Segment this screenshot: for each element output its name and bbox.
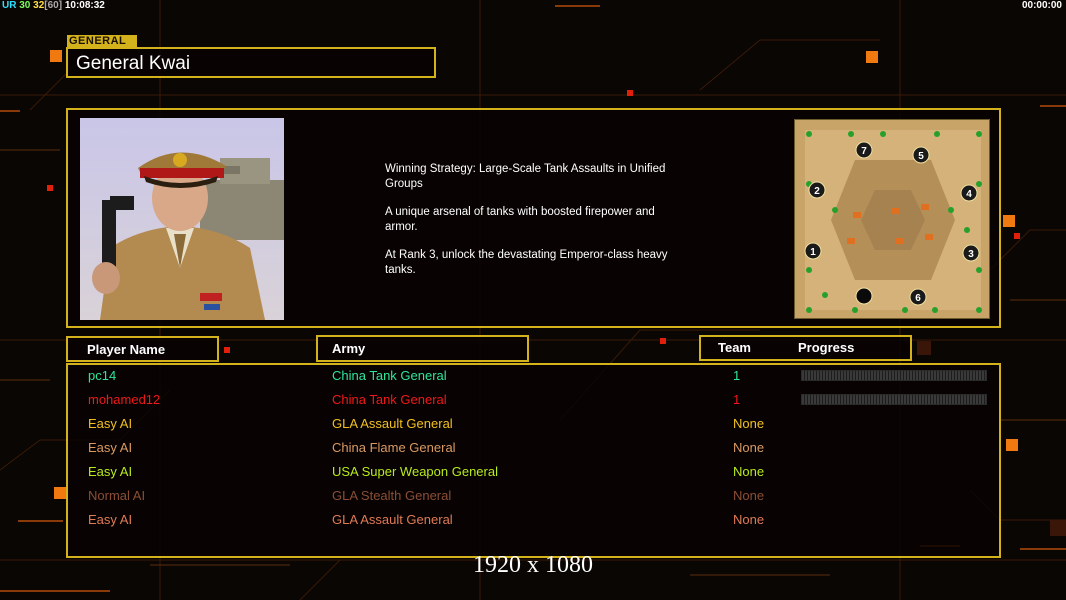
player-row: mohamed12 China Tank General 1 — [68, 390, 1003, 414]
player-list: pc14 China Tank General 1 mohamed12 China Ta… — [66, 363, 1001, 558]
player-army: GLA Assault General — [332, 512, 453, 527]
player-team: None — [733, 512, 765, 527]
general-description: Winning Strategy: Large-Scale Tank Assau… — [385, 162, 715, 291]
player-army: USA Super Weapon General — [332, 464, 498, 479]
description-strategy: Winning Strategy: Large-Scale Tank Assau… — [385, 163, 666, 190]
player-row: Normal AI GLA Stealth General None — [68, 486, 1003, 510]
hud-val3: [60] — [44, 0, 63, 11]
hud-val2: 32 — [33, 0, 45, 11]
player-team: None — [733, 440, 765, 455]
map-empty-slot — [855, 287, 873, 305]
header-progress-label: Progress — [798, 340, 855, 355]
header-army: Army — [316, 335, 529, 362]
description-rank3: At Rank 3, unlock the devastating Empero… — [385, 249, 668, 276]
resolution-label: 1920 x 1080 — [473, 552, 593, 578]
general-portrait — [80, 118, 284, 320]
player-name: Easy AI — [88, 512, 133, 527]
hud-timer: 00:00:00 — [1021, 0, 1062, 11]
player-row: Easy AI GLA Assault General None — [68, 510, 1003, 534]
player-team: None — [733, 464, 765, 479]
hud-val1: 30 — [19, 0, 31, 11]
header-player-name: Player Name — [66, 336, 219, 362]
player-team: None — [733, 416, 765, 431]
player-team: None — [733, 488, 765, 503]
player-army: GLA Assault General — [332, 416, 453, 431]
player-army: GLA Stealth General — [332, 488, 452, 503]
player-progress-bar — [801, 394, 987, 405]
player-name: Easy AI — [88, 440, 133, 455]
player-name: mohamed12 — [88, 392, 161, 407]
player-name: Easy AI — [88, 464, 133, 479]
hud-clock: 10:08:32 — [64, 0, 105, 11]
map-preview: 1 2 3 4 5 6 7 — [794, 119, 990, 319]
player-army: China Tank General — [332, 368, 447, 383]
player-army: China Tank General — [332, 392, 447, 407]
map-slot-7: 7 — [861, 146, 867, 157]
player-name: Easy AI — [88, 416, 133, 431]
map-slot-1: 1 — [810, 247, 816, 258]
player-progress-bar — [801, 370, 987, 381]
map-slot-6: 6 — [915, 293, 921, 304]
header-army-label: Army — [332, 341, 366, 356]
description-arsenal: A unique arsenal of tanks with boosted f… — [385, 206, 655, 233]
player-row: Easy AI USA Super Weapon General None — [68, 462, 1003, 486]
hud-prefix: UR — [2, 0, 17, 11]
map-slot-3: 3 — [968, 249, 974, 260]
header-team-label: Team — [718, 340, 751, 355]
player-team: 1 — [733, 392, 741, 407]
player-army: China Flame General — [332, 440, 456, 455]
player-row: pc14 China Tank General 1 — [68, 366, 1003, 390]
hud-stats: UR 30 32[60] 10:08:32 — [2, 0, 105, 11]
player-row: Easy AI China Flame General None — [68, 438, 1003, 462]
general-name: General Kwai — [76, 53, 191, 74]
header-team-progress: Team Progress — [699, 335, 912, 361]
general-title-box: General Kwai — [66, 47, 436, 78]
player-team: 1 — [733, 368, 741, 383]
player-name: pc14 — [88, 368, 117, 383]
map-slot-5: 5 — [918, 151, 924, 162]
player-row: Easy AI GLA Assault General None — [68, 414, 1003, 438]
player-name: Normal AI — [88, 488, 146, 503]
map-slot-2: 2 — [814, 186, 820, 197]
header-player-name-label: Player Name — [87, 342, 166, 357]
map-slot-4: 4 — [966, 189, 972, 200]
